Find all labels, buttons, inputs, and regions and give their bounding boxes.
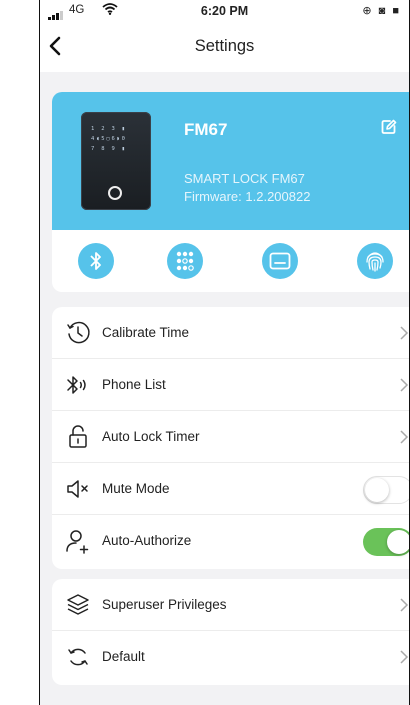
row-label: Default bbox=[102, 649, 145, 664]
row-phone-list[interactable]: Phone List bbox=[52, 359, 409, 411]
row-calibrate-time[interactable]: Calibrate Time bbox=[52, 307, 409, 359]
row-label: Mute Mode bbox=[102, 481, 170, 496]
chevron-right-icon bbox=[399, 429, 409, 445]
page-title: Settings bbox=[194, 37, 255, 55]
edit-icon[interactable] bbox=[381, 119, 397, 135]
auto-authorize-toggle[interactable] bbox=[363, 528, 409, 556]
row-auto-authorize: Auto-Authorize bbox=[52, 515, 409, 567]
keypad-icon[interactable] bbox=[167, 243, 203, 279]
layers-icon bbox=[65, 592, 91, 618]
row-label: Phone List bbox=[102, 377, 166, 392]
settings-screen: 4G 6:20 PM ⊕ ◙ ■ Settings 1 2 3 ▮ 4◖5▢6◗… bbox=[40, 0, 409, 705]
mute-mode-toggle[interactable] bbox=[363, 476, 409, 504]
clock-icon bbox=[65, 320, 91, 346]
reset-icon bbox=[65, 644, 91, 670]
row-label: Auto-Authorize bbox=[102, 533, 192, 548]
toggle-knob bbox=[365, 478, 389, 502]
phone-frame: 4G 6:20 PM ⊕ ◙ ■ Settings 1 2 3 ▮ 4◖5▢6◗… bbox=[0, 0, 410, 705]
nav-bar: Settings bbox=[40, 22, 409, 72]
lock-button-graphic bbox=[108, 186, 122, 200]
bluetooth-icon[interactable] bbox=[78, 243, 114, 279]
chevron-right-icon bbox=[399, 649, 409, 665]
chevron-right-icon bbox=[399, 377, 409, 393]
row-auto-lock-timer[interactable]: Auto Lock Timer bbox=[52, 411, 409, 463]
device-model: SMART LOCK FM67 bbox=[184, 171, 305, 186]
device-card: 1 2 3 ▮ 4◖5▢6◗0 7 8 9 ▮ FM67 SMART LOCK FM… bbox=[52, 92, 409, 292]
fingerprint-icon[interactable] bbox=[357, 243, 393, 279]
mute-icon bbox=[65, 476, 91, 502]
status-bar: 4G 6:20 PM ⊕ ◙ ■ bbox=[40, 0, 409, 22]
row-superuser-privileges[interactable]: Superuser Privileges bbox=[52, 579, 409, 631]
chevron-right-icon bbox=[399, 597, 409, 613]
add-user-icon bbox=[65, 528, 91, 554]
unlock-icon bbox=[65, 424, 91, 450]
row-default[interactable]: Default bbox=[52, 631, 409, 683]
bluetooth-icon bbox=[65, 372, 91, 398]
lock-keypad: 1 2 3 ▮ 4◖5▢6◗0 7 8 9 ▮ bbox=[91, 126, 127, 152]
device-name: FM67 bbox=[184, 120, 228, 139]
row-mute-mode: Mute Mode bbox=[52, 463, 409, 515]
row-label: Auto Lock Timer bbox=[102, 429, 200, 444]
card-icon[interactable] bbox=[262, 243, 298, 279]
lock-image: 1 2 3 ▮ 4◖5▢6◗0 7 8 9 ▮ bbox=[81, 112, 151, 210]
status-icons: ⊕ ◙ ■ bbox=[362, 5, 401, 17]
advanced-list: Superuser Privileges Default bbox=[52, 579, 409, 685]
settings-list: Calibrate Time Phone List Auto Lock Time… bbox=[52, 307, 409, 569]
toggle-knob bbox=[387, 530, 409, 554]
device-firmware: Firmware: 1.2.200822 bbox=[184, 189, 311, 204]
row-label: Superuser Privileges bbox=[102, 597, 227, 612]
status-time: 6:20 PM bbox=[200, 4, 249, 18]
row-label: Calibrate Time bbox=[102, 325, 190, 340]
chevron-right-icon bbox=[399, 325, 409, 341]
device-header: 1 2 3 ▮ 4◖5▢6◗0 7 8 9 ▮ FM67 SMART LOCK FM… bbox=[52, 92, 409, 230]
feature-icons bbox=[52, 230, 409, 292]
